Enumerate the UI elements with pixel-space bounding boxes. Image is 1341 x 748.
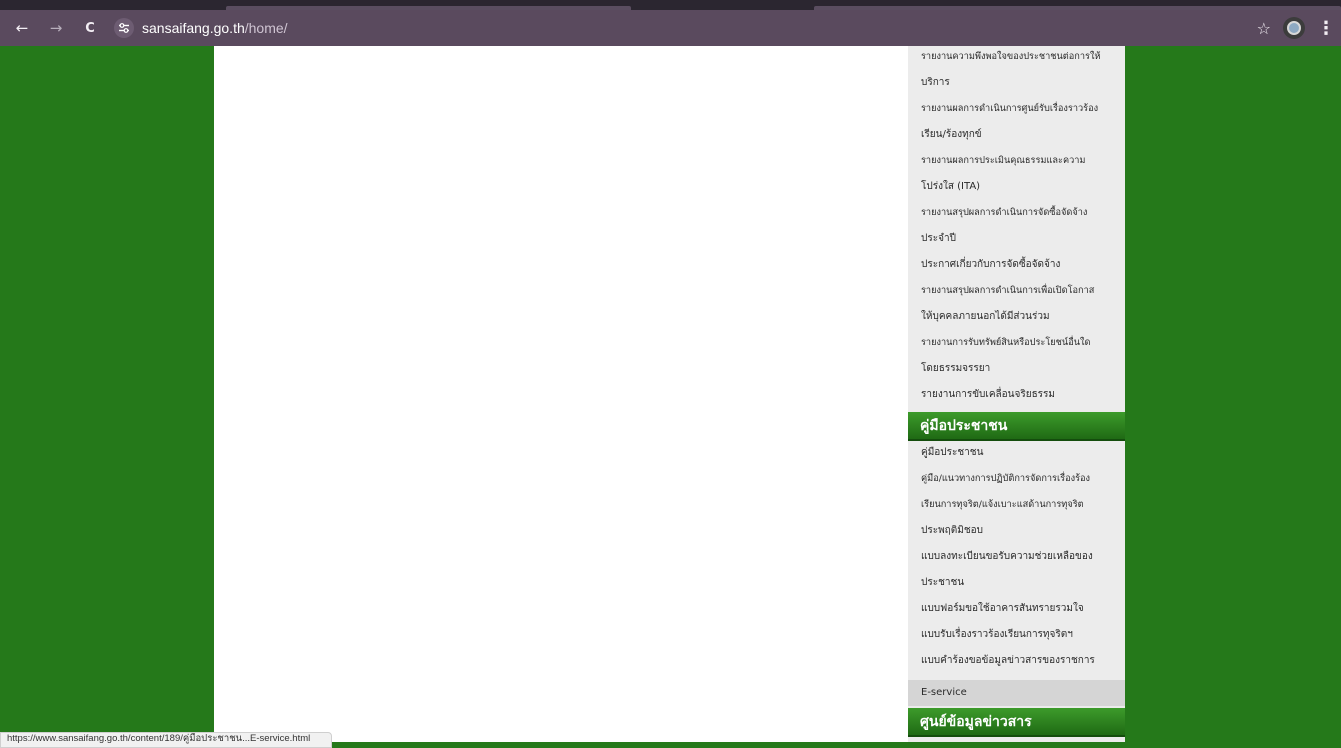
sidebar-link-complaint-center-report[interactable]: รายงานผลการดำเนินการศูนย์รับเรื่องราวร้อ… [908,102,1125,116]
sidebar-link-participation-report-cont[interactable]: ให้บุคคลภายนอกได้มีส่วนร่วม [908,310,1125,324]
tab-strip [0,0,1341,10]
sidebar-link-e-service[interactable]: E-service [908,680,1125,706]
back-button[interactable]: ← [10,16,34,40]
bookmark-star-icon[interactable]: ☆ [1257,19,1271,38]
menu-kebab-icon[interactable]: ⋮ [1317,18,1335,39]
sidebar-link-assistance-registration-cont[interactable]: ประชาชน [908,576,1125,590]
sidebar-link-complaint-guideline-cont[interactable]: เรียนการทุจริต/แจ้งเบาะแสด้านการทุจริต [908,498,1125,512]
link-status-bar: https://www.sansaifang.go.th/content/189… [0,732,332,748]
sidebar-link-procurement-summary[interactable]: รายงานสรุปผลการดำเนินการจัดซื้อจัดจ้าง [908,206,1125,220]
sidebar-link-ita-report[interactable]: รายงานผลการประเมินคุณธรรมและความ [908,154,1125,168]
sidebar-link-complaint-guideline-cont2[interactable]: ประพฤติมิชอบ [908,524,1125,538]
sidebar-link-participation-report[interactable]: รายงานสรุปผลการดำเนินการเพื่อเปิดโอกาส [908,284,1125,298]
page-viewport: รายงานความพึงพอใจของประชาชนต่อการให้ บริ… [0,46,1341,742]
toolbar-actions: ☆ ⋮ [1257,17,1341,39]
forward-button[interactable]: → [44,16,68,40]
sidebar-link-ethics-report[interactable]: รายงานการขับเคลื่อนจริยธรรม [908,388,1125,402]
reload-button[interactable]: C [78,16,102,40]
sidebar-link-ita-report-cont[interactable]: โปร่งใส (ITA) [908,180,1125,194]
main-content-area [214,46,908,742]
sidebar-link-citizen-manual[interactable]: คู่มือประชาชน [908,446,1125,460]
reload-icon: C [85,20,95,36]
sidebar-link-procurement-announcement[interactable]: ประกาศเกี่ยวกับการจัดซื้อจัดจ้าง [908,258,1125,272]
section-header-citizen-manual: คู่มือประชาชน [908,412,1125,441]
sidebar-link-building-request-form[interactable]: แบบฟอร์มขอใช้อาคารสันทรายรวมใจ [908,602,1125,616]
tune-icon [119,23,129,33]
url-host: sansaifang.go.th [142,20,245,36]
address-bar[interactable]: sansaifang.go.th/home/ [114,16,288,40]
section-header-information-center: ศูนย์ข้อมูลข่าวสาร [908,708,1125,737]
extension-icon[interactable] [1283,17,1305,39]
site-info-button[interactable] [114,18,134,38]
sidebar-link-procurement-summary-cont[interactable]: ประจำปี [908,232,1125,246]
sidebar-link-gift-report[interactable]: รายงานการรับทรัพย์สินหรือประโยชน์อื่นใด [908,336,1125,350]
sidebar-link-information-request-form[interactable]: แบบคำร้องขอข้อมูลข่าวสารของราชการ [908,654,1125,668]
sidebar-link-gift-report-cont[interactable]: โดยธรรมจรรยา [908,362,1125,376]
sidebar-link-satisfaction-report-cont[interactable]: บริการ [908,76,1125,90]
browser-toolbar: ← → C sansaifang.go.th/home/ ☆ ⋮ [0,10,1341,46]
sidebar-link-satisfaction-report[interactable]: รายงานความพึงพอใจของประชาชนต่อการให้ [908,50,1125,64]
url-path: /home/ [244,20,288,36]
sidebar-link-assistance-registration[interactable]: แบบลงทะเบียนขอรับความช่วยเหลือของ [908,550,1125,564]
extension-avatar [1287,21,1301,35]
sidebar: รายงานความพึงพอใจของประชาชนต่อการให้ บริ… [908,46,1125,742]
arrow-left-icon: ← [15,19,29,37]
sidebar-link-complaint-guideline[interactable]: คู่มือ/แนวทางการปฏิบัติการจัดการเรื่องร้… [908,472,1125,486]
sidebar-link-complaint-center-report-cont[interactable]: เรียน/ร้องทุกข์ [908,128,1125,142]
sidebar-link-corruption-complaint-form[interactable]: แบบรับเรื่องราวร้องเรียนการทุจริตฯ [908,628,1125,642]
arrow-right-icon: → [49,19,63,37]
